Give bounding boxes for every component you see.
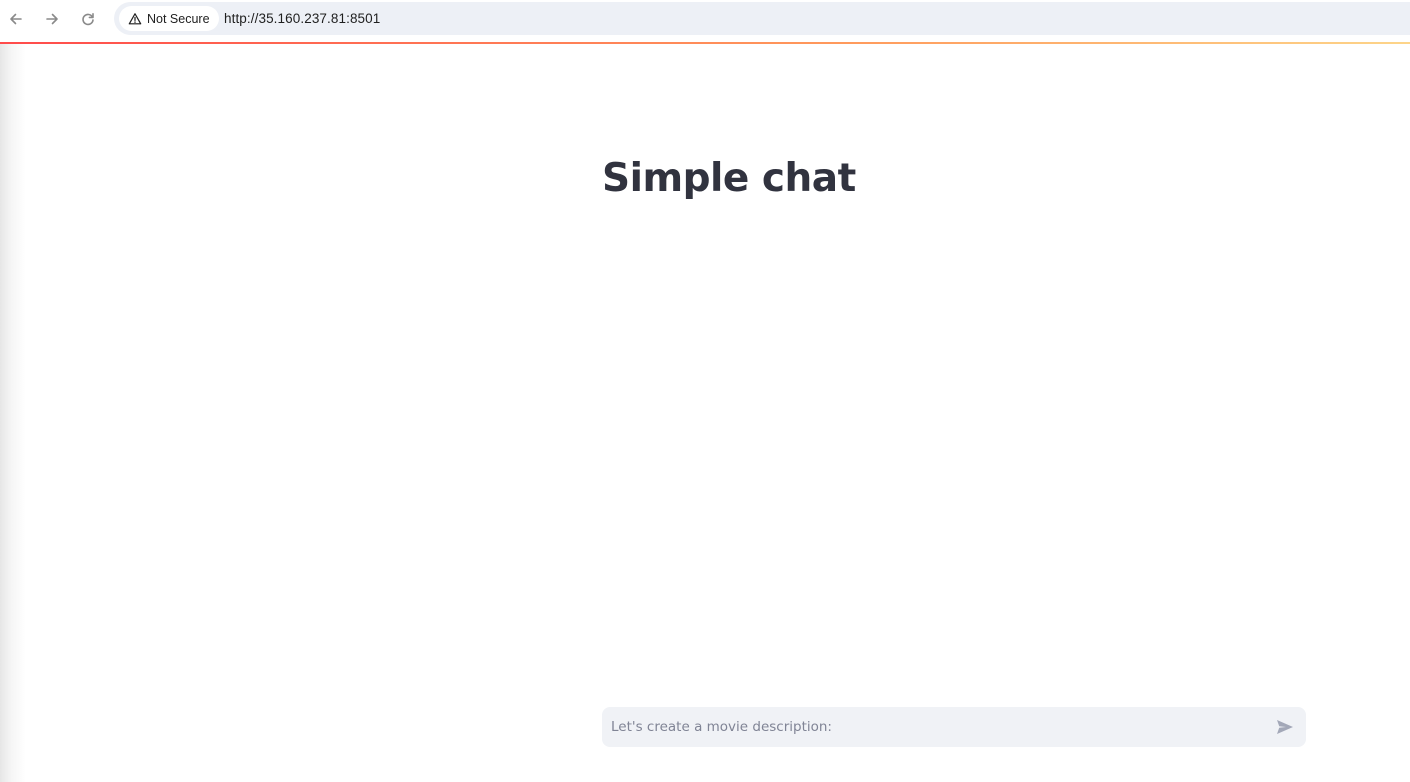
arrow-left-icon	[10, 13, 22, 25]
security-indicator[interactable]: Not Secure	[119, 6, 219, 31]
warning-triangle-icon	[128, 12, 142, 24]
send-icon	[1277, 720, 1293, 734]
send-button[interactable]	[1274, 716, 1296, 738]
security-label: Not Secure	[147, 11, 210, 26]
chat-input-container	[602, 707, 1306, 747]
chat-input[interactable]	[602, 707, 1262, 747]
address-bar[interactable]: Not Secure http://35.160.237.81:8501	[114, 2, 1410, 35]
forward-button[interactable]	[42, 9, 62, 29]
back-button[interactable]	[6, 9, 26, 29]
sidebar-edge-shadow	[0, 44, 26, 782]
arrow-right-icon	[46, 13, 58, 25]
page-title: Simple chat	[602, 156, 856, 201]
url-text[interactable]: http://35.160.237.81:8501	[224, 11, 380, 26]
reload-icon	[82, 13, 94, 26]
reload-button[interactable]	[78, 9, 98, 29]
browser-toolbar: Not Secure http://35.160.237.81:8501	[0, 0, 1410, 42]
header-decoration-line	[0, 42, 1410, 44]
